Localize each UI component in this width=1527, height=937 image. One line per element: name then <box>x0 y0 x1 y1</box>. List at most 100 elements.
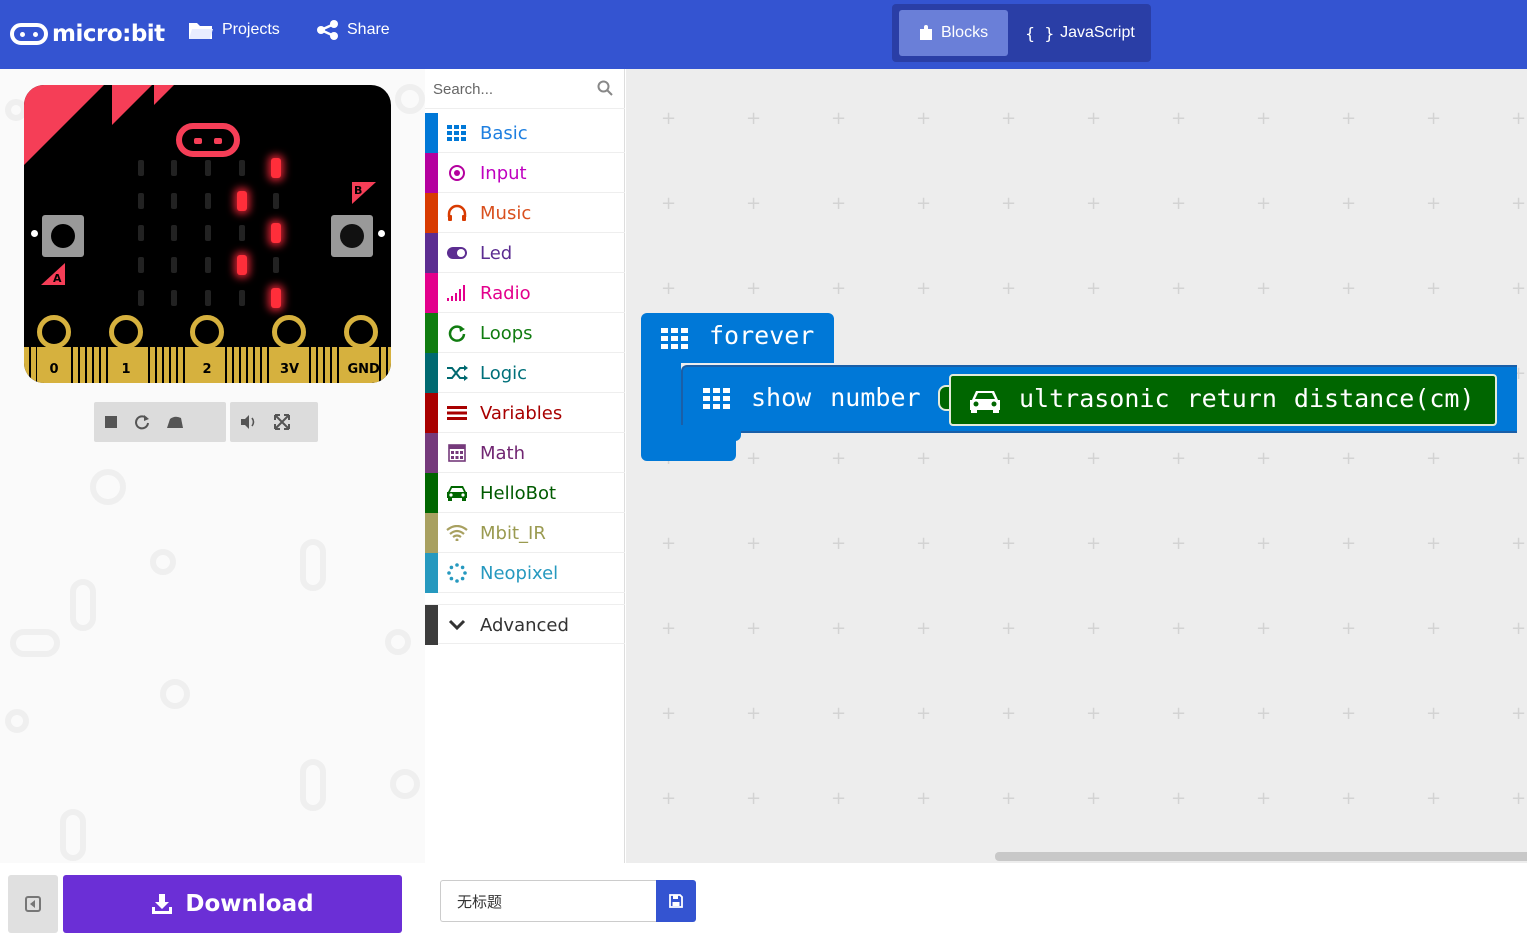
grid-mark: + <box>661 618 677 639</box>
grid-mark: + <box>1256 108 1272 129</box>
category-led[interactable]: Led <box>425 233 625 273</box>
share-label: Share <box>347 21 390 38</box>
category-stripe <box>425 393 438 433</box>
category-mbit-ir[interactable]: Mbit_IR <box>425 513 625 553</box>
category-basic[interactable]: Basic <box>425 113 625 153</box>
project-name-input[interactable] <box>440 880 656 922</box>
led-off <box>171 225 177 241</box>
restart-icon[interactable] <box>134 414 150 430</box>
category-stripe <box>425 193 438 233</box>
category-advanced[interactable]: Advanced <box>425 604 625 645</box>
ultrasonic-label: ultrasonic return distance(cm) <box>1019 384 1475 413</box>
grid-mark: + <box>1001 278 1017 299</box>
button-b-dot <box>378 230 385 237</box>
category-music[interactable]: Music <box>425 193 625 233</box>
grid-mark: + <box>1171 193 1187 214</box>
category-label: Math <box>480 443 526 464</box>
blocks-workspace[interactable]: + + + + + + + + + + + + + + + + + + + + + + + + + + + + + + + + + + + + + + + +… <box>626 69 1527 863</box>
grid-mark: + <box>1511 193 1527 214</box>
pin-hole[interactable] <box>344 315 378 349</box>
category-label: Radio <box>480 283 531 304</box>
grid-mark: + <box>1171 278 1187 299</box>
grid-mark: + <box>746 108 762 129</box>
grid-mark: + <box>1001 533 1017 554</box>
pin-hole[interactable] <box>37 315 71 349</box>
pin-hole[interactable] <box>190 315 224 349</box>
category-label: HelloBot <box>480 483 557 504</box>
search-input[interactable] <box>433 75 593 103</box>
tab-blocks[interactable]: Blocks <box>899 10 1008 56</box>
show-number-notch <box>681 425 741 441</box>
led-on <box>237 191 247 211</box>
grid-mark: + <box>1171 618 1187 639</box>
category-label: Loops <box>480 323 533 344</box>
led-off <box>205 193 211 209</box>
category-loops[interactable]: Loops <box>425 313 625 353</box>
led-off <box>171 290 177 306</box>
category-variables[interactable]: Variables <box>425 393 625 433</box>
slow-motion-icon[interactable] <box>166 415 184 429</box>
category-label: Input <box>480 163 527 184</box>
stop-icon[interactable] <box>104 415 118 429</box>
grid-mark: + <box>746 533 762 554</box>
grid-mark: + <box>1256 193 1272 214</box>
grid-mark: + <box>1341 278 1357 299</box>
collapse-simulator-button[interactable] <box>8 875 58 933</box>
download-button[interactable]: Download <box>63 875 402 933</box>
fullscreen-icon[interactable] <box>274 414 290 430</box>
horizontal-scrollbar[interactable] <box>995 852 1527 861</box>
puzzle-icon <box>919 25 932 40</box>
tab-javascript[interactable]: { } JavaScript <box>1016 10 1144 56</box>
grid-mark: + <box>1426 278 1442 299</box>
volume-icon[interactable] <box>240 414 258 430</box>
ultrasonic-distance-block[interactable]: ultrasonic return distance(cm) <box>949 374 1497 426</box>
led-off <box>273 257 279 273</box>
pin-hole[interactable] <box>109 315 143 349</box>
category-stripe <box>425 473 438 513</box>
background-decoration <box>60 809 86 861</box>
category-stripe <box>425 605 438 645</box>
category-neopixel[interactable]: Neopixel <box>425 553 625 593</box>
search-icon[interactable] <box>597 80 613 96</box>
button-b[interactable] <box>331 215 373 257</box>
sim-extra-group <box>230 402 318 442</box>
led-off <box>205 160 211 176</box>
pin-label: 1 <box>121 362 131 377</box>
category-input[interactable]: Input <box>425 153 625 193</box>
grid-mark: + <box>1256 788 1272 809</box>
category-label: Led <box>480 243 513 264</box>
button-a[interactable] <box>42 215 84 257</box>
board-corner-decoration <box>24 85 174 165</box>
share-button[interactable]: Share <box>317 20 390 40</box>
save-button[interactable] <box>656 880 696 922</box>
led-off <box>205 257 211 273</box>
pin-hole[interactable] <box>272 315 306 349</box>
category-label: Basic <box>480 123 528 144</box>
toolbox-search <box>425 69 625 109</box>
projects-button[interactable]: Projects <box>188 20 280 40</box>
grid-mark: + <box>916 448 932 469</box>
simulator-panel: A B 0 1 2 3V GND <box>0 69 425 863</box>
grid-mark: + <box>916 703 932 724</box>
forever-block-body <box>641 363 681 433</box>
led-off <box>273 193 279 209</box>
forever-block[interactable]: forever <box>641 313 834 363</box>
microbit-logo[interactable]: micro:bit <box>10 18 165 50</box>
grid-mark: + <box>1511 278 1527 299</box>
category-math[interactable]: Math <box>425 433 625 473</box>
grid-mark: + <box>1086 193 1102 214</box>
category-logic[interactable]: Logic <box>425 353 625 393</box>
collapse-icon <box>25 896 41 912</box>
grid-mark: + <box>1511 788 1527 809</box>
grid-mark: + <box>746 703 762 724</box>
category-hellobot[interactable]: HelloBot <box>425 473 625 513</box>
grid-mark: + <box>916 193 932 214</box>
category-label: Mbit_IR <box>480 523 546 544</box>
category-label: Neopixel <box>480 563 559 584</box>
bottom-bar: Download <box>0 863 1527 937</box>
grid-mark: + <box>1086 448 1102 469</box>
simulator-toolbar <box>94 402 318 442</box>
category-radio[interactable]: Radio <box>425 273 625 313</box>
tab-blocks-label: Blocks <box>940 24 989 41</box>
led-off <box>138 257 144 273</box>
